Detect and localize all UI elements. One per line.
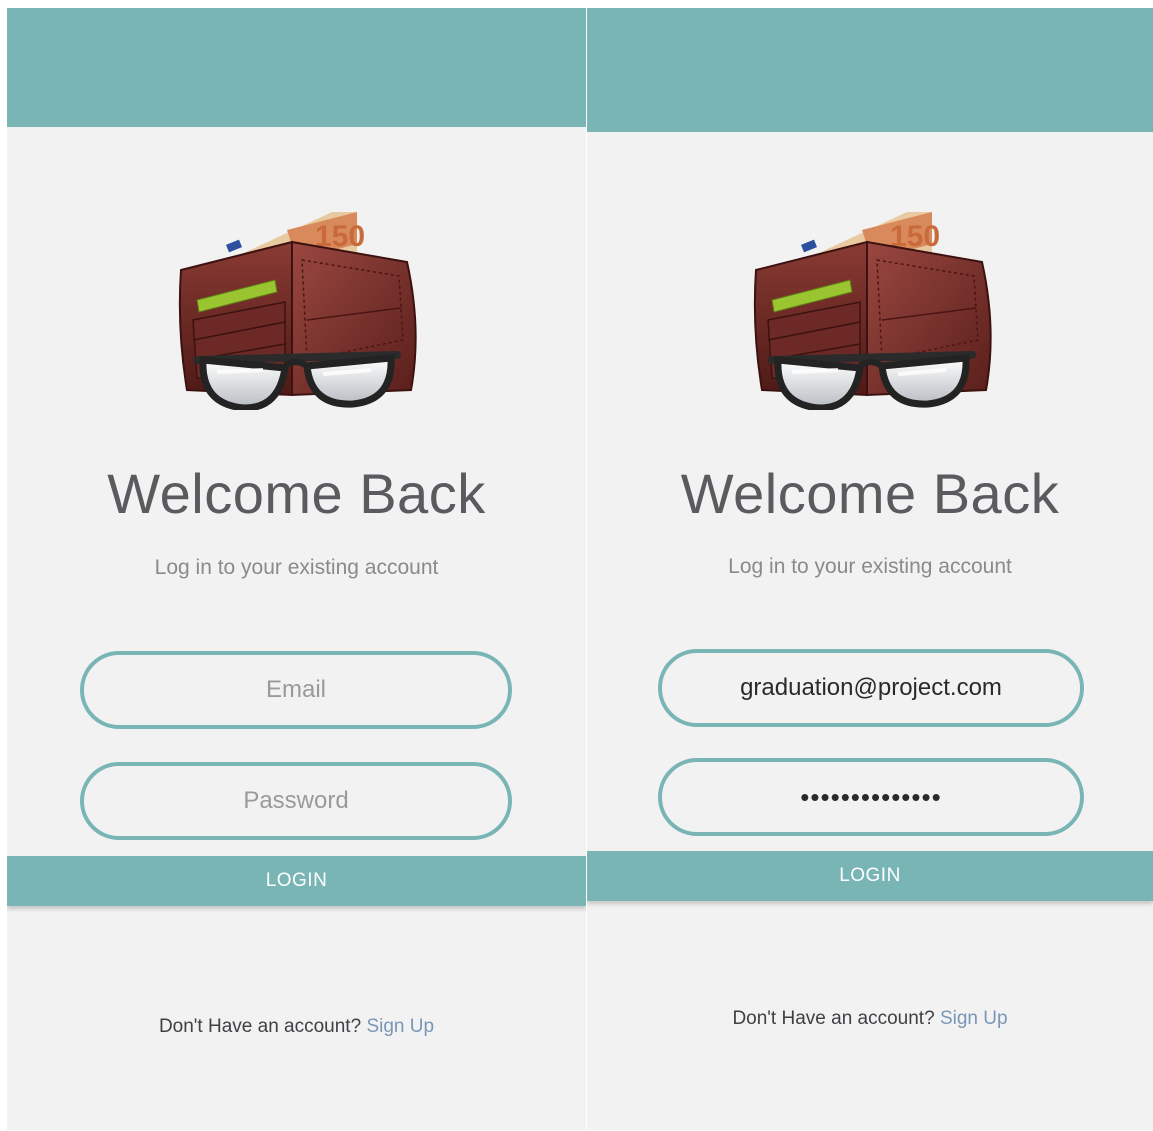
- email-input[interactable]: [80, 651, 512, 729]
- signup-link[interactable]: Sign Up: [940, 1008, 1008, 1029]
- app-bar: [7, 8, 586, 127]
- page-title: Welcome Back: [680, 462, 1060, 525]
- wallet-with-glasses-icon: [167, 200, 427, 410]
- page-subtitle: Log in to your existing account: [728, 555, 1012, 578]
- signup-link[interactable]: Sign Up: [366, 1016, 434, 1037]
- signup-prompt-line: Don't Have an account? Sign Up: [7, 1016, 586, 1038]
- signup-prompt-line: Don't Have an account? Sign Up: [587, 1008, 1153, 1030]
- email-input[interactable]: [658, 649, 1084, 727]
- login-screen-filled: Welcome Back Log in to your existing acc…: [587, 8, 1153, 1130]
- password-input[interactable]: [658, 758, 1084, 836]
- page-subtitle: Log in to your existing account: [154, 556, 439, 579]
- signup-prompt-text: Don't Have an account?: [732, 1008, 935, 1029]
- login-button[interactable]: LOGIN: [7, 856, 586, 906]
- wallet-with-glasses-icon: [742, 200, 1002, 410]
- login-screen-empty: Welcome Back Log in to your existing acc…: [7, 8, 586, 1130]
- password-input[interactable]: [80, 762, 512, 840]
- signup-prompt-text: Don't Have an account?: [158, 1016, 362, 1037]
- login-button[interactable]: LOGIN: [587, 851, 1153, 901]
- app-bar: [587, 8, 1153, 132]
- page-title: Welcome Back: [107, 462, 486, 525]
